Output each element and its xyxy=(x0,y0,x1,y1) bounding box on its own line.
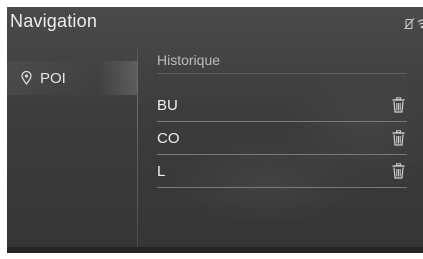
trash-icon[interactable] xyxy=(392,163,405,179)
sidebar-divider xyxy=(137,47,138,247)
list-item[interactable]: CO xyxy=(157,122,407,155)
app-title: Navigation xyxy=(10,11,98,31)
wifi-icon xyxy=(417,17,423,35)
list-item-label: BU xyxy=(157,96,178,114)
history-panel: Historique BU CO L xyxy=(157,47,407,188)
history-list: BU CO L xyxy=(157,89,407,188)
sidebar-item-poi[interactable]: POI xyxy=(7,61,138,95)
list-item[interactable]: BU xyxy=(157,89,407,122)
bottom-bezel xyxy=(7,247,423,253)
location-pin-icon xyxy=(21,71,32,85)
status-bar xyxy=(404,17,423,35)
phone-no-signal-icon xyxy=(404,17,415,35)
list-item[interactable]: L xyxy=(157,155,407,188)
trash-icon[interactable] xyxy=(392,130,405,146)
sidebar-item-label: POI xyxy=(40,69,66,87)
sidebar: POI xyxy=(7,47,138,247)
trash-icon[interactable] xyxy=(392,97,405,113)
section-title: Historique xyxy=(157,47,407,74)
navigation-screen: Navigation POI Historique BU CO L xyxy=(7,7,423,253)
list-item-label: L xyxy=(157,162,166,180)
list-item-label: CO xyxy=(157,129,180,147)
